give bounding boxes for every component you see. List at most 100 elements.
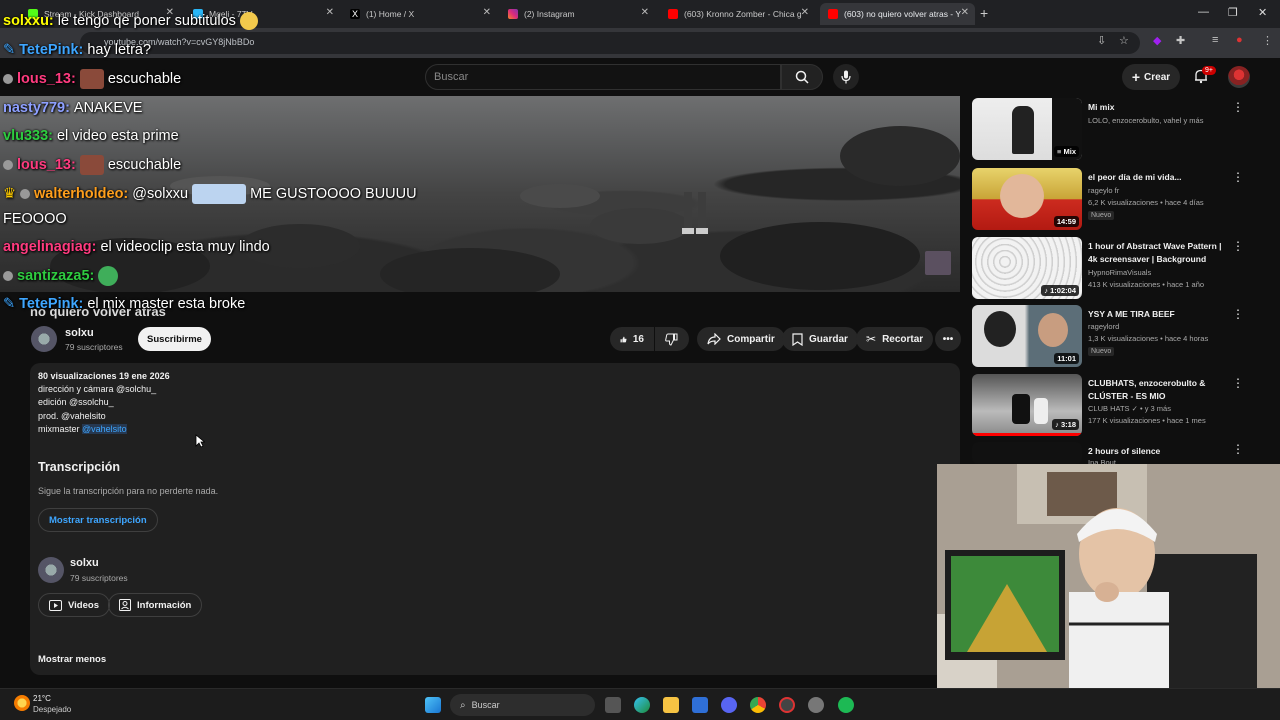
close-icon[interactable]: ✕ — [483, 7, 491, 18]
video-thumbnail[interactable]: ♪ 1:02:04 — [972, 237, 1082, 299]
channel-name[interactable]: solxu — [65, 327, 94, 339]
voice-search-button[interactable] — [833, 64, 859, 90]
tab-label: (2) Instagram — [524, 9, 575, 19]
profile-icon[interactable]: ● — [1236, 34, 1243, 46]
thumbnail-face — [1000, 174, 1044, 218]
close-window-button[interactable]: ✕ — [1258, 6, 1267, 19]
more-horizontal-icon: ••• — [942, 333, 954, 345]
recommendation-item[interactable]: ≡ Mix Mi mix LOLO, enzocerobulto, vahel … — [970, 98, 1270, 162]
channel-avatar[interactable] — [38, 557, 64, 583]
show-transcript-button[interactable]: Mostrar transcripción — [38, 508, 158, 532]
clip-button[interactable]: ✂ Recortar — [856, 327, 934, 351]
weather-icon[interactable] — [14, 695, 30, 711]
discord-icon[interactable] — [721, 697, 737, 713]
chrome-icon[interactable] — [750, 697, 766, 713]
recommendation-stats: 177 K visualizaciones • hace 1 mes — [1088, 416, 1206, 425]
taskbar-search[interactable]: ⌕ Buscar — [450, 694, 595, 716]
windows-start-icon[interactable] — [425, 697, 441, 713]
task-view-icon[interactable] — [605, 697, 621, 713]
mention-link[interactable]: @vahelsito — [82, 424, 127, 434]
more-vertical-icon[interactable]: ⋮ — [1232, 376, 1244, 390]
dislike-button[interactable] — [655, 327, 689, 351]
close-icon[interactable]: ✕ — [801, 7, 809, 18]
video-thumbnail[interactable]: ♪ 3:18 — [972, 374, 1082, 436]
extension-icon[interactable]: ◆ — [1153, 34, 1161, 47]
omnibox[interactable]: youtube.com/watch?v=cvGY8jNbBDo — [80, 32, 1140, 54]
laughing-emote-icon — [239, 12, 258, 30]
recommendation-title[interactable]: YSY A ME TIRA BEEF — [1088, 308, 1228, 321]
videos-button[interactable]: Videos — [38, 593, 110, 617]
recommendation-title[interactable]: el peor día de mi vida... — [1088, 171, 1228, 184]
search-button[interactable] — [781, 64, 823, 90]
more-vertical-icon[interactable]: ⋮ — [1232, 100, 1244, 114]
tab-instagram[interactable]: (2) Instagram ✕ — [500, 3, 655, 25]
spotify-icon[interactable] — [838, 697, 854, 713]
subscriber-count: 79 suscriptores — [70, 573, 128, 583]
badge-icon — [3, 271, 13, 281]
install-app-icon[interactable]: ⇩ — [1097, 34, 1106, 47]
description-line: mixmaster @vahelsito — [38, 424, 127, 434]
chat-username: lous_13: — [17, 71, 76, 87]
obs-icon[interactable] — [779, 697, 795, 713]
channel-name[interactable]: solxu — [70, 557, 99, 569]
video-thumbnail[interactable]: ≡ Mix — [972, 98, 1082, 160]
chat-text: ANAKEVE — [73, 100, 143, 116]
bookmark-star-icon[interactable]: ☆ — [1119, 34, 1129, 47]
recommendation-item[interactable]: 11:01 YSY A ME TIRA BEEF rageylord 1,3 K… — [970, 305, 1270, 369]
more-vertical-icon[interactable]: ⋮ — [1232, 239, 1244, 253]
recommendation-item[interactable]: 14:59 el peor día de mi vida... rageylo … — [970, 168, 1270, 232]
show-less-button[interactable]: Mostrar menos — [38, 654, 106, 665]
file-explorer-icon[interactable] — [663, 697, 679, 713]
settings-gear-icon[interactable] — [808, 697, 824, 713]
subscribe-button[interactable]: Suscribirme — [138, 327, 211, 351]
restore-button[interactable]: ❐ — [1228, 6, 1238, 19]
info-button[interactable]: Información — [108, 593, 203, 617]
tab-youtube-active[interactable]: (603) no quiero volver atras - Y ✕ — [820, 3, 975, 25]
chat-text: escuchable — [107, 71, 182, 87]
microsoft-store-icon[interactable] — [692, 697, 708, 713]
more-menu-icon[interactable]: ⋮ — [1262, 34, 1273, 47]
close-icon[interactable]: ✕ — [961, 7, 969, 18]
recommendation-item[interactable]: ♪ 3:18 CLUBHATS, enzocerobulto & CLÚSTER… — [970, 374, 1270, 438]
pencil-badge-icon: ✎ — [3, 42, 16, 58]
close-icon[interactable]: ✕ — [641, 7, 649, 18]
new-tab-button[interactable]: + — [980, 5, 988, 21]
minimize-button[interactable]: — — [1198, 6, 1209, 18]
recommendation-stats: 413 K visualizaciones • hace 1 año — [1088, 280, 1205, 289]
view-stats: 80 visualizaciones 19 ene 2026 — [38, 371, 170, 381]
video-thumbnail[interactable] — [972, 442, 1082, 464]
tab-search-icon[interactable]: ≡ — [1212, 34, 1218, 46]
more-actions-button[interactable]: ••• — [935, 327, 961, 351]
recommendation-title[interactable]: Mi mix — [1088, 101, 1228, 114]
recommendation-item[interactable]: ♪ 1:02:04 1 hour of Abstract Wave Patter… — [970, 237, 1270, 301]
thumbs-down-icon — [665, 333, 678, 346]
video-thumbnail[interactable]: 11:01 — [972, 305, 1082, 367]
recommendation-title[interactable]: CLUBHATS, enzocerobulto & CLÚSTER - ES M… — [1088, 377, 1228, 403]
save-button[interactable]: Guardar — [782, 327, 858, 351]
chat-message: vlu333: el video esta prime — [3, 128, 179, 144]
chat-message: lous_13: escuchable — [3, 69, 181, 89]
recommendation-stats: 1,3 K visualizaciones • hace 4 horas — [1088, 334, 1209, 343]
like-button[interactable]: 16 — [610, 327, 654, 351]
video-thumbnail[interactable]: 14:59 — [972, 168, 1082, 230]
extensions-puzzle-icon[interactable]: ✚ — [1176, 34, 1185, 47]
more-vertical-icon[interactable]: ⋮ — [1232, 307, 1244, 321]
thumbnail-figure — [1034, 398, 1048, 424]
account-avatar[interactable] — [1228, 66, 1250, 88]
youtube-icon — [828, 9, 838, 19]
tab-youtube-kronno[interactable]: (603) Kronno Zomber - Chica g ✕ — [660, 3, 815, 25]
tab-x-home[interactable]: X (1) Home / X ✕ — [342, 3, 497, 25]
chat-message: solxxu: le tengo qe poner subtitulos — [3, 12, 258, 30]
webcam-overlay — [937, 464, 1280, 688]
recommendation-title[interactable]: 1 hour of Abstract Wave Pattern | 4k scr… — [1088, 240, 1228, 266]
more-vertical-icon[interactable]: ⋮ — [1232, 442, 1244, 456]
channel-avatar[interactable] — [31, 326, 57, 352]
edge-browser-icon[interactable] — [634, 697, 650, 713]
instagram-icon — [508, 9, 518, 19]
create-button[interactable]: + Crear — [1122, 64, 1180, 90]
search-input[interactable]: Buscar — [425, 64, 781, 90]
more-vertical-icon[interactable]: ⋮ — [1232, 170, 1244, 184]
subscriber-count: 79 suscriptores — [65, 342, 123, 352]
close-icon[interactable]: ✕ — [326, 7, 334, 18]
share-button[interactable]: Compartir — [697, 327, 785, 351]
